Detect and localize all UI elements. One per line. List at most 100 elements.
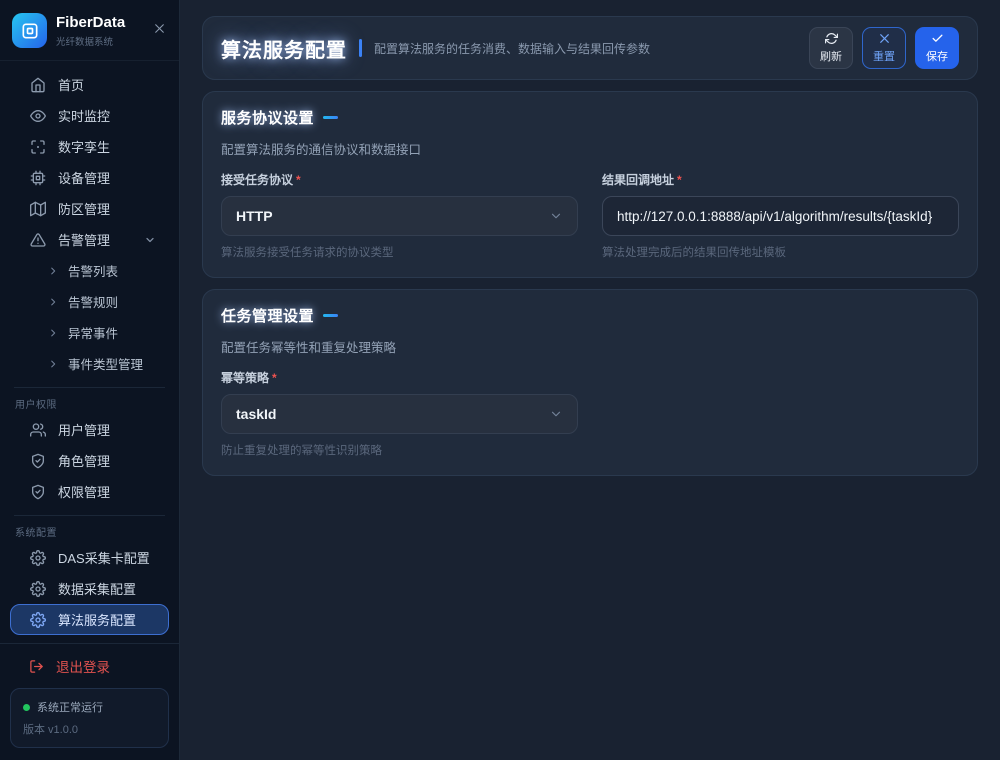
cpu-icon [30, 170, 46, 186]
sidebar-item-user-management[interactable]: 用户管理 [10, 414, 169, 445]
card-title: 任务管理设置 [221, 305, 314, 326]
sidebar-item-label: 算法服务配置 [58, 610, 136, 629]
callback-url-field: 结果回调地址* 算法处理完成后的结果回传地址模板 [602, 171, 959, 260]
title-dash-accent [323, 116, 338, 119]
required-asterisk: * [272, 371, 277, 385]
logo-text: FiberData 光纤数据系统 [56, 14, 125, 48]
protocol-select[interactable]: HTTP [221, 196, 578, 236]
save-button[interactable]: 保存 [915, 27, 959, 69]
page-header: 算法服务配置 配置算法服务的任务消费、数据输入与结果回传参数 刷新 重置 保存 [202, 16, 978, 80]
sidebar-collapse-icon[interactable] [153, 22, 166, 35]
sidebar-item-zones[interactable]: 防区管理 [10, 193, 169, 224]
chevron-down-icon [144, 234, 156, 246]
sidebar-subitem-abnormal-events[interactable]: 异常事件 [0, 317, 179, 348]
required-asterisk: * [296, 173, 301, 187]
users-icon [30, 422, 46, 438]
app-logo-icon [12, 13, 47, 48]
version-text: 版本 v1.0.0 [23, 721, 156, 737]
sidebar-item-role-management[interactable]: 角色管理 [10, 445, 169, 476]
idempotency-field: 幂等策略* taskId 防止重复处理的幂等性识别策略 [221, 369, 578, 458]
refresh-button[interactable]: 刷新 [809, 27, 853, 69]
section-label-system-config: 系统配置 [0, 516, 179, 542]
sidebar-item-digital-twin[interactable]: 数字孪生 [10, 131, 169, 162]
protocol-select-value: HTTP [236, 208, 273, 224]
card-title: 服务协议设置 [221, 107, 314, 128]
sidebar-subitem-alarm-list[interactable]: 告警列表 [0, 255, 179, 286]
chevron-right-icon [48, 328, 58, 338]
sidebar-subitem-label: 告警列表 [68, 261, 118, 280]
sidebar-item-label: 权限管理 [58, 482, 110, 501]
sidebar-item-label: 实时监控 [58, 106, 110, 125]
chevron-right-icon [48, 266, 58, 276]
sidebar-item-home[interactable]: 首页 [10, 69, 169, 100]
sidebar-item-label: 用户管理 [58, 420, 110, 439]
sidebar-item-label: 数据采集配置 [58, 579, 136, 598]
sidebar-item-label: 防区管理 [58, 199, 110, 218]
logo-row: FiberData 光纤数据系统 [0, 0, 179, 61]
page-subtitle: 配置算法服务的任务消费、数据输入与结果回传参数 [374, 40, 650, 57]
title-dash-accent [323, 314, 338, 317]
main-content: 算法服务配置 配置算法服务的任务消费、数据输入与结果回传参数 刷新 重置 保存 … [180, 0, 1000, 760]
sidebar-item-label: 设备管理 [58, 168, 110, 187]
section-label-user-permissions: 用户权限 [0, 388, 179, 414]
chevron-right-icon [48, 359, 58, 369]
protocol-field: 接受任务协议* HTTP 算法服务接受任务请求的协议类型 [221, 171, 578, 260]
service-protocol-card: 服务协议设置 配置算法服务的通信协议和数据接口 接受任务协议* HTTP 算法服… [202, 91, 978, 278]
sidebar-item-app-service-config[interactable]: 应用服务配置 [10, 635, 169, 639]
refresh-label: 刷新 [820, 48, 842, 64]
gear-icon [30, 550, 46, 566]
gear-icon [30, 612, 46, 628]
idempotency-select[interactable]: taskId [221, 394, 578, 434]
field-label: 幂等策略* [221, 369, 578, 386]
save-label: 保存 [926, 48, 948, 64]
sidebar-item-monitor[interactable]: 实时监控 [10, 100, 169, 131]
eye-icon [30, 108, 46, 124]
refresh-icon [825, 32, 838, 45]
system-status-card: 系统正常运行 版本 v1.0.0 [10, 688, 169, 748]
logout-button[interactable]: 退出登录 [0, 643, 179, 686]
sidebar-item-label: 首页 [58, 75, 84, 94]
sidebar-subitem-alarm-rules[interactable]: 告警规则 [0, 286, 179, 317]
map-icon [30, 201, 46, 217]
field-label: 接受任务协议* [221, 171, 578, 188]
field-help-text: 算法服务接受任务请求的协议类型 [221, 244, 578, 260]
task-management-card: 任务管理设置 配置任务幂等性和重复处理策略 幂等策略* taskId 防止重复处… [202, 289, 978, 476]
home-icon [30, 77, 46, 93]
chevron-right-icon [48, 297, 58, 307]
chevron-down-icon [549, 407, 563, 421]
app-subtitle: 光纤数据系统 [56, 34, 125, 48]
sidebar-item-label: 角色管理 [58, 451, 110, 470]
status-text: 系统正常运行 [37, 699, 103, 715]
sidebar: FiberData 光纤数据系统 首页 实时监控 数字孪生 设备管理 防区管理 [0, 0, 180, 760]
sidebar-nav: 首页 实时监控 数字孪生 设备管理 防区管理 告警管理 告警列表 [0, 61, 179, 639]
scan-icon [30, 139, 46, 155]
logout-label: 退出登录 [56, 656, 110, 676]
callback-url-input[interactable] [602, 196, 959, 236]
gear-icon [30, 581, 46, 597]
x-icon [878, 32, 891, 45]
reset-button[interactable]: 重置 [862, 27, 906, 69]
sidebar-item-label: 数字孪生 [58, 137, 110, 156]
sidebar-item-das-card-config[interactable]: DAS采集卡配置 [10, 542, 169, 573]
card-description: 配置算法服务的通信协议和数据接口 [221, 139, 959, 158]
shield-check-icon [30, 484, 46, 500]
header-actions: 刷新 重置 保存 [809, 27, 959, 69]
sidebar-item-alarms[interactable]: 告警管理 [10, 224, 169, 255]
field-label: 结果回调地址* [602, 171, 959, 188]
sidebar-subitem-event-types[interactable]: 事件类型管理 [0, 348, 179, 379]
logout-icon [29, 659, 44, 674]
sidebar-item-devices[interactable]: 设备管理 [10, 162, 169, 193]
field-help-text: 防止重复处理的幂等性识别策略 [221, 442, 578, 458]
field-help-text: 算法处理完成后的结果回传地址模板 [602, 244, 959, 260]
required-asterisk: * [677, 173, 682, 187]
alert-triangle-icon [30, 232, 46, 248]
sidebar-item-permission-management[interactable]: 权限管理 [10, 476, 169, 507]
sidebar-item-data-collection-config[interactable]: 数据采集配置 [10, 573, 169, 604]
status-dot [23, 704, 30, 711]
sidebar-subitem-label: 告警规则 [68, 292, 118, 311]
chevron-down-icon [549, 209, 563, 223]
page-title: 算法服务配置 [221, 34, 347, 63]
title-accent-bar [359, 39, 362, 57]
sidebar-item-algorithm-service-config[interactable]: 算法服务配置 [10, 604, 169, 635]
sidebar-item-label: 告警管理 [58, 230, 110, 249]
